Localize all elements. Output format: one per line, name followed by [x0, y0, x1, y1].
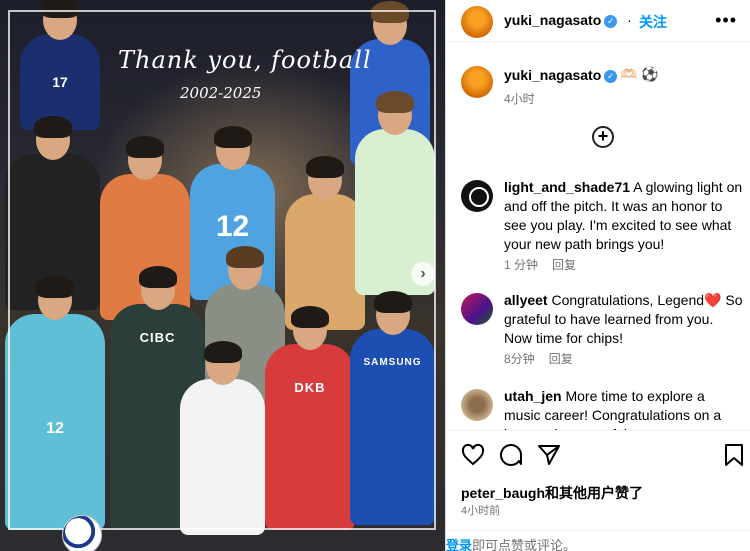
comment-body: Congratulations, Legend: [551, 292, 705, 308]
post-timestamp[interactable]: 4小时前: [461, 502, 500, 518]
load-more-comments-button[interactable]: +: [592, 126, 614, 148]
share-icon[interactable]: [537, 443, 561, 467]
chevron-right-icon: ›: [420, 265, 426, 282]
username-text[interactable]: yuki_nagasato: [504, 67, 601, 83]
heart-icon[interactable]: [461, 443, 485, 467]
comment-text: utah_jen More time to explore a music ca…: [504, 387, 744, 430]
login-link[interactable]: 登录: [446, 538, 472, 551]
follow-button[interactable]: 关注: [639, 12, 667, 32]
header-username[interactable]: yuki_nagasato ✓: [504, 12, 618, 28]
verified-badge-icon: ✓: [604, 14, 618, 28]
post-sidebar: yuki_nagasato ✓ · 关注 ••• yuki_nagasato ✓ 🫶…: [445, 0, 750, 551]
comment-icon[interactable]: [499, 443, 523, 467]
login-prompt: 登录即可点赞或评论。: [446, 530, 750, 551]
bookmark-icon[interactable]: [724, 443, 744, 467]
reply-button[interactable]: 回复: [549, 352, 573, 366]
post-header: yuki_nagasato ✓ · 关注 •••: [446, 0, 750, 42]
comment-username[interactable]: allyeet: [504, 292, 548, 308]
avatar[interactable]: [461, 389, 493, 421]
username-text[interactable]: yuki_nagasato: [504, 12, 601, 28]
image-title: Thank you, football: [118, 46, 372, 74]
next-slide-button[interactable]: ›: [411, 262, 435, 286]
separator: ·: [627, 12, 632, 28]
action-bar: [446, 430, 750, 478]
post-image[interactable]: 17 12 12 CIBC DKB SAMSUNG Thank you, foo…: [0, 0, 445, 551]
avatar[interactable]: [461, 6, 493, 38]
comment-text: allyeet Congratulations, Legend❤️ So gra…: [504, 291, 744, 348]
image-years: 2002-2025: [180, 84, 262, 102]
soccer-ball: [62, 515, 102, 551]
reply-button[interactable]: 回复: [552, 258, 576, 272]
comment-text: light_and_shade71 A glowing light on and…: [504, 178, 744, 254]
caption-emoji: 🫶🏻 ⚽: [620, 66, 659, 82]
caption-time: 4小时: [504, 92, 535, 106]
comment-time: 8分钟: [504, 352, 535, 366]
red-heart-emoji: ❤️: [704, 292, 722, 308]
comment-username[interactable]: utah_jen: [504, 388, 562, 404]
comment-item: utah_jen More time to explore a music ca…: [446, 387, 750, 430]
verified-badge-icon: ✓: [604, 69, 618, 83]
comment-meta: 1 分钟 回复: [504, 256, 576, 273]
avatar[interactable]: [461, 180, 493, 212]
avatar[interactable]: [461, 293, 493, 325]
comment-meta: 8分钟 回复: [504, 350, 573, 367]
avatar[interactable]: [461, 66, 493, 98]
login-prompt-text: 即可点赞或评论。: [472, 538, 577, 551]
comment-username[interactable]: light_and_shade71: [504, 179, 630, 195]
more-options-icon[interactable]: •••: [715, 10, 737, 31]
caption-username[interactable]: yuki_nagasato ✓: [504, 67, 618, 83]
likes-summary[interactable]: peter_baugh和其他用户赞了: [461, 483, 643, 503]
comment-time: 1 分钟: [504, 258, 539, 272]
